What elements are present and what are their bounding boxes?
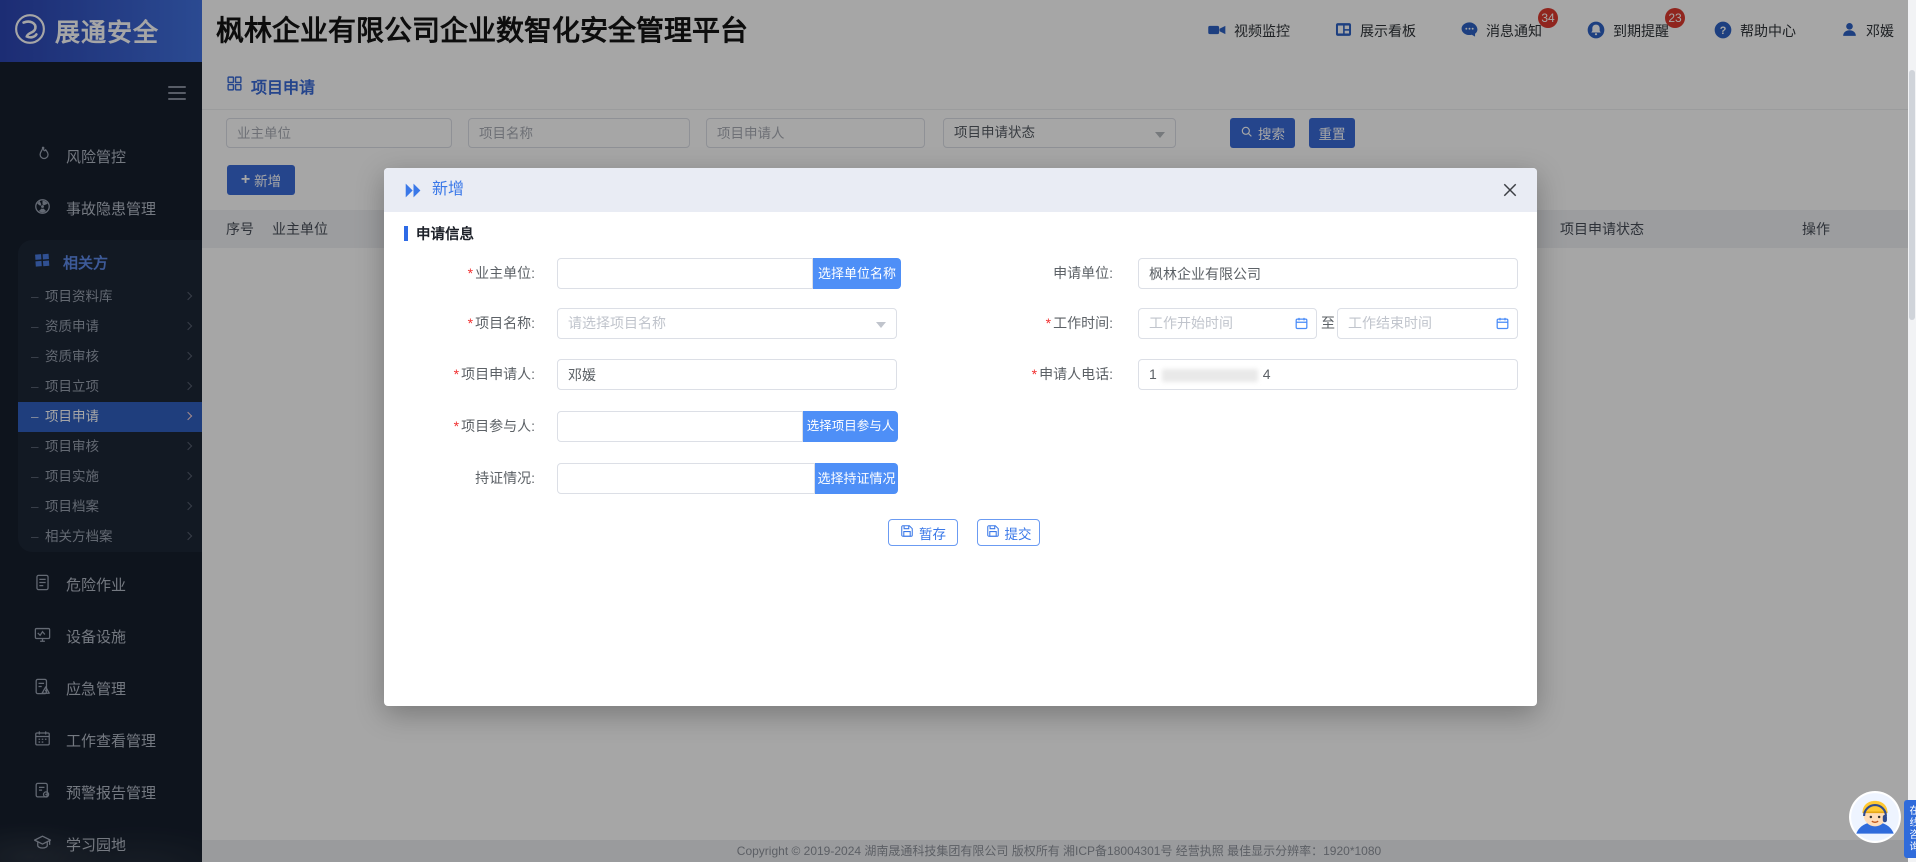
chevron-down-icon (876, 322, 886, 328)
calendar-icon (1495, 316, 1510, 331)
save-draft-button[interactable]: 暂存 (888, 519, 958, 546)
apply-unit-input[interactable] (1138, 258, 1518, 289)
required-star: * (454, 366, 459, 382)
phone-label: *申请人电话: (944, 359, 1113, 390)
participants-label: *项目参与人: (384, 411, 535, 442)
section-accent-bar (404, 226, 408, 241)
form-row: *业主单位: 选择单位名称 申请单位: (384, 258, 1537, 289)
redacted-phone-digits (1162, 369, 1258, 382)
applicant-label: *项目申请人: (384, 359, 535, 390)
dialog-header: 新增 (384, 168, 1537, 212)
certificate-label: 持证情况: (384, 463, 535, 494)
certificate-input[interactable] (557, 463, 815, 494)
select-owner-unit-button[interactable]: 选择单位名称 (813, 258, 901, 289)
form-row: *项目申请人: *申请人电话: 14 (384, 359, 1537, 390)
floppy-icon (900, 524, 914, 541)
owner-unit-label: *业主单位: (384, 258, 535, 289)
required-star: * (468, 315, 473, 331)
scrollbar-thumb[interactable] (1909, 70, 1915, 320)
required-star: * (1046, 315, 1051, 331)
work-start-date-input[interactable]: 工作开始时间 (1138, 308, 1317, 339)
work-time-label: *工作时间: (944, 308, 1113, 339)
customer-service-avatar[interactable] (1848, 790, 1902, 844)
submit-button[interactable]: 提交 (977, 519, 1040, 546)
online-consult-label[interactable]: 在线咨询 (1904, 800, 1916, 858)
required-star: * (454, 418, 459, 434)
form-row: *项目参与人: 选择项目参与人 (384, 411, 1537, 442)
required-star: * (1032, 366, 1037, 382)
scrollbar[interactable] (1908, 0, 1916, 862)
date-range-separator: 至 (1320, 308, 1336, 339)
applicant-input[interactable] (557, 359, 897, 390)
form-row: 持证情况: 选择持证情况 (384, 463, 1537, 494)
participants-input[interactable] (557, 411, 803, 442)
work-end-date-input[interactable]: 工作结束时间 (1337, 308, 1518, 339)
form-row: *项目名称: 请选择项目名称 *工作时间: 工作开始时间 至 工作结束时间 (384, 308, 1537, 339)
phone-input[interactable]: 14 (1138, 359, 1518, 390)
owner-unit-input[interactable] (557, 258, 813, 289)
close-icon[interactable] (1501, 181, 1521, 201)
dialog-title: 新增 (432, 168, 464, 212)
project-name-select[interactable]: 请选择项目名称 (557, 308, 897, 339)
dialog-actions: 暂存 提交 (384, 519, 1537, 546)
select-participants-button[interactable]: 选择项目参与人 (803, 411, 898, 442)
double-chevron-icon (404, 181, 423, 205)
section-header: 申请信息 (404, 223, 474, 244)
project-name-label: *项目名称: (384, 308, 535, 339)
customer-service-widget[interactable]: 在线咨询 (1848, 786, 1914, 858)
calendar-icon (1294, 316, 1309, 331)
required-star: * (468, 265, 473, 281)
apply-unit-label: 申请单位: (944, 258, 1113, 289)
floppy-icon (986, 524, 1000, 541)
select-certificate-button[interactable]: 选择持证情况 (815, 463, 898, 494)
add-dialog: 新增 申请信息 *业主单位: 选择单位名称 申请单位: *项目名称: 请选择项目… (384, 168, 1537, 706)
